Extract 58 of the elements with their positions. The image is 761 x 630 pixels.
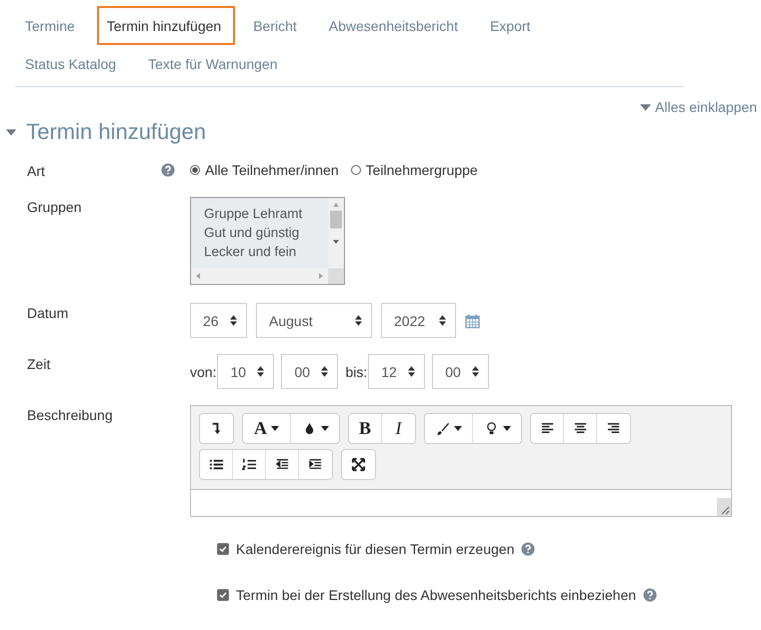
align-left-icon [540, 421, 554, 436]
toolbar-button[interactable] [531, 414, 564, 443]
numbered-list-icon [242, 457, 256, 472]
align-center-icon [572, 421, 588, 436]
toolbar-button[interactable] [425, 414, 473, 443]
checkbox-label: Termin bei der Erstellung des Abwesenheitsberichts einbeziehen [236, 587, 636, 603]
nav-tab[interactable]: Termin hinzufügen [96, 6, 236, 44]
nav-tab[interactable]: Termine [15, 6, 89, 44]
up-down-arrows-icon [230, 315, 237, 326]
caret-icon[interactable] [640, 104, 652, 110]
checkbox[interactable] [217, 589, 229, 601]
date-select[interactable]: 2022 [381, 303, 456, 338]
radio-label: Alle Teilnehmer/innen [205, 162, 339, 178]
bullet-list-icon [208, 457, 224, 472]
nav-tab[interactable]: Status Katalog [15, 44, 130, 82]
indent-icon [308, 457, 323, 472]
radio-label: Teilnehmergruppe [366, 162, 478, 178]
field-label: Beschreibung [27, 407, 113, 423]
up-down-arrows-icon [408, 366, 416, 377]
section-title[interactable]: Termin hinzufügen [26, 119, 206, 145]
nav-tab[interactable]: Texte für Warnungen [138, 44, 292, 82]
field-label: Art [27, 163, 45, 179]
time-select[interactable]: 00 [432, 354, 490, 389]
up-down-arrows-icon [472, 366, 480, 377]
field-label: Datum [27, 305, 68, 321]
radio-button[interactable] [350, 165, 361, 175]
date-select[interactable]: 26 [190, 303, 247, 338]
time-select[interactable]: 10 [217, 354, 274, 389]
fullscreen-icon [351, 457, 366, 472]
up-down-arrows-icon [321, 366, 328, 377]
up-down-arrows-icon [257, 366, 264, 377]
toolbar-button[interactable] [200, 450, 233, 479]
checkbox-label: Kalenderereignis für diesen Termin erzeugen [236, 541, 514, 557]
brush-icon [435, 421, 450, 436]
toolbar-button[interactable]: A [243, 414, 291, 443]
collapse-all-link[interactable]: Alles einklappen [655, 99, 757, 115]
to-label: bis: [345, 364, 368, 380]
help-icon[interactable] [161, 163, 175, 177]
date-select[interactable]: August [256, 303, 372, 338]
time-select[interactable]: 00 [281, 354, 338, 389]
caret-icon[interactable] [6, 128, 16, 136]
field-label: Gruppen [27, 199, 82, 215]
field-label: Zeit [27, 356, 50, 372]
toolbar-button[interactable]: B [349, 414, 382, 443]
outdent-icon [274, 457, 290, 472]
up-down-arrows-icon [439, 315, 446, 326]
align-right-icon [606, 421, 621, 436]
help-icon[interactable] [521, 542, 536, 556]
time-select[interactable]: 12 [368, 354, 426, 389]
up-down-arrows-icon [355, 315, 362, 326]
nav-tab[interactable]: Abwesenheitsbericht [318, 6, 472, 44]
from-label: von: [190, 364, 216, 380]
help-icon[interactable] [643, 588, 658, 602]
calendar-icon[interactable] [465, 312, 480, 328]
radio-button[interactable] [190, 165, 200, 175]
nav-tab[interactable]: Bericht [243, 6, 311, 44]
checkbox[interactable] [217, 543, 229, 555]
nav-tab[interactable]: Export [480, 6, 544, 44]
